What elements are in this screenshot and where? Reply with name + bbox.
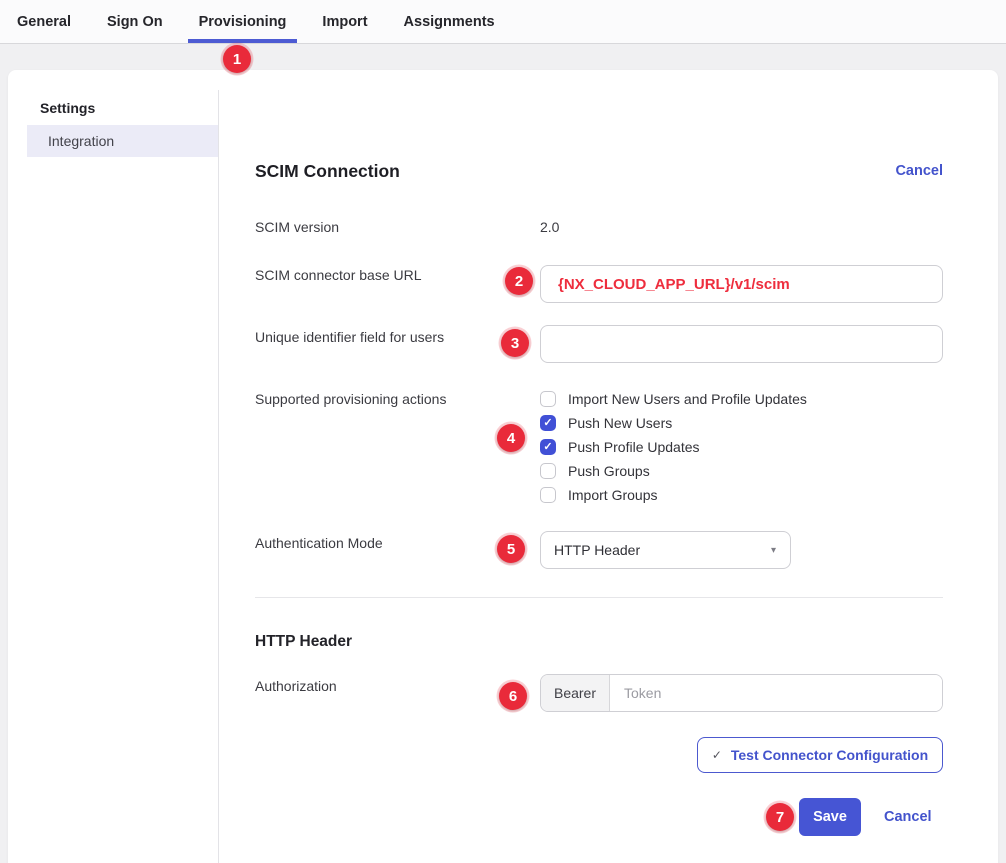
checkbox-row-push-profile-updates[interactable]: Push Profile Updates bbox=[540, 435, 807, 459]
tab-sign-on[interactable]: Sign On bbox=[107, 0, 163, 43]
scim-version-label: SCIM version bbox=[255, 219, 339, 235]
checkbox-row-import-groups[interactable]: Import Groups bbox=[540, 483, 807, 507]
tab-provisioning[interactable]: Provisioning bbox=[199, 0, 287, 43]
authorization-label: Authorization bbox=[255, 678, 337, 694]
base-url-label: SCIM connector base URL bbox=[255, 267, 422, 283]
checkbox-icon[interactable] bbox=[540, 487, 556, 503]
tab-label: General bbox=[17, 14, 71, 30]
checkbox-icon[interactable] bbox=[540, 415, 556, 431]
annotation-badge-6: 6 bbox=[499, 682, 527, 710]
test-connector-configuration-button[interactable]: ✓ Test Connector Configuration bbox=[697, 737, 943, 773]
chevron-down-icon: ▾ bbox=[771, 545, 776, 556]
bearer-prefix: Bearer bbox=[541, 675, 610, 711]
sidebar-divider bbox=[218, 90, 219, 863]
checkbox-row-push-new-users[interactable]: Push New Users bbox=[540, 411, 807, 435]
token-input[interactable] bbox=[610, 675, 942, 711]
unique-id-label: Unique identifier field for users bbox=[255, 329, 444, 345]
annotation-badge-5: 5 bbox=[497, 535, 525, 563]
authorization-input-group: Bearer bbox=[540, 674, 943, 712]
auth-mode-label: Authentication Mode bbox=[255, 535, 383, 551]
base-url-input[interactable] bbox=[540, 265, 943, 303]
checkbox-label: Push New Users bbox=[568, 415, 672, 431]
checkbox-icon[interactable] bbox=[540, 439, 556, 455]
checkbox-label: Import New Users and Profile Updates bbox=[568, 391, 807, 407]
checkbox-row-push-groups[interactable]: Push Groups bbox=[540, 459, 807, 483]
checkbox-row-import-new-users[interactable]: Import New Users and Profile Updates bbox=[540, 387, 807, 411]
tab-label: Provisioning bbox=[199, 14, 287, 30]
http-header-section-title: HTTP Header bbox=[255, 633, 352, 651]
scim-version-value: 2.0 bbox=[540, 219, 559, 235]
check-icon: ✓ bbox=[712, 748, 722, 762]
section-divider bbox=[255, 597, 943, 598]
annotation-badge-3: 3 bbox=[501, 329, 529, 357]
cancel-link-top[interactable]: Cancel bbox=[895, 163, 943, 179]
tab-label: Sign On bbox=[107, 14, 163, 30]
checkbox-label: Push Groups bbox=[568, 463, 650, 479]
annotation-badge-1: 1 bbox=[223, 45, 251, 73]
tab-assignments[interactable]: Assignments bbox=[404, 0, 495, 43]
annotation-badge-7: 7 bbox=[766, 803, 794, 831]
auth-mode-dropdown[interactable]: HTTP Header ▾ bbox=[540, 531, 791, 569]
page-title: SCIM Connection bbox=[255, 161, 400, 182]
unique-id-input[interactable] bbox=[540, 325, 943, 363]
app-tab-bar: General Sign On Provisioning Import Assi… bbox=[0, 0, 1006, 44]
checkbox-label: Import Groups bbox=[568, 487, 657, 503]
tab-label: Assignments bbox=[404, 14, 495, 30]
provisioning-actions-label: Supported provisioning actions bbox=[255, 391, 446, 407]
auth-mode-selected-value: HTTP Header bbox=[554, 542, 640, 558]
checkbox-icon[interactable] bbox=[540, 391, 556, 407]
test-connector-label: Test Connector Configuration bbox=[731, 747, 928, 763]
tab-general[interactable]: General bbox=[17, 0, 71, 43]
checkbox-icon[interactable] bbox=[540, 463, 556, 479]
sidebar-item-integration[interactable]: Integration bbox=[27, 125, 218, 157]
cancel-link-bottom[interactable]: Cancel bbox=[884, 809, 932, 825]
provisioning-actions-list: Import New Users and Profile Updates Pus… bbox=[540, 387, 807, 507]
tab-label: Import bbox=[322, 14, 367, 30]
tab-import[interactable]: Import bbox=[322, 0, 367, 43]
sidebar-section-settings: Settings bbox=[40, 100, 95, 116]
provisioning-panel: Settings Integration SCIM Connection Can… bbox=[8, 70, 998, 863]
annotation-badge-4: 4 bbox=[497, 424, 525, 452]
checkbox-label: Push Profile Updates bbox=[568, 439, 700, 455]
sidebar-item-label: Integration bbox=[48, 133, 114, 149]
save-button[interactable]: Save bbox=[799, 798, 861, 836]
annotation-badge-2: 2 bbox=[505, 267, 533, 295]
